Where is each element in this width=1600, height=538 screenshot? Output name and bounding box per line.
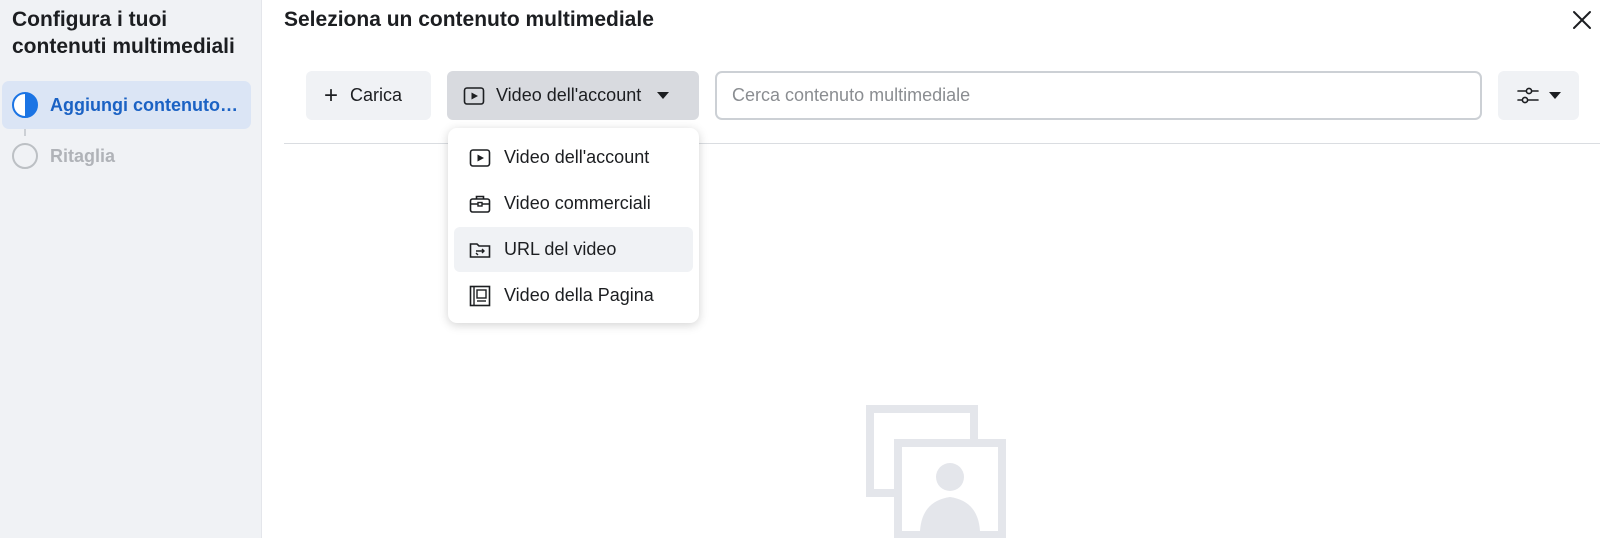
plus-icon: + bbox=[324, 81, 339, 109]
play-icon bbox=[463, 86, 485, 105]
menu-item-label: Video della Pagina bbox=[504, 285, 654, 305]
step-progress-icon bbox=[12, 92, 38, 118]
close-button[interactable] bbox=[1568, 6, 1596, 34]
page-icon bbox=[468, 284, 492, 308]
filter-button[interactable] bbox=[1498, 71, 1579, 120]
chevron-down-icon bbox=[1548, 92, 1561, 99]
menu-item-page-videos[interactable]: Video della Pagina bbox=[454, 273, 693, 318]
page-title: Seleziona un contenuto multimediale bbox=[284, 8, 654, 31]
play-icon bbox=[468, 146, 492, 170]
close-icon bbox=[1573, 11, 1591, 29]
sidebar-title: Configura i tuoi contenuti multimediali bbox=[12, 8, 235, 58]
sliders-icon bbox=[1516, 87, 1539, 103]
menu-item-video-url[interactable]: URL del video bbox=[454, 227, 693, 272]
search-input[interactable] bbox=[715, 71, 1482, 120]
upload-button-label: Carica bbox=[350, 85, 403, 105]
image-placeholder-icon bbox=[866, 405, 1006, 538]
step-pending-icon bbox=[12, 143, 38, 169]
menu-item-label: Video commerciali bbox=[504, 193, 651, 213]
step-add-media[interactable]: Aggiungi contenuto multimediale bbox=[2, 81, 251, 129]
step-add-media-label: Aggiungi contenuto multimediale bbox=[50, 94, 238, 115]
media-source-dropdown[interactable]: Video dell'account bbox=[447, 71, 699, 120]
step-crop[interactable]: Ritaglia bbox=[2, 132, 251, 180]
media-source-selected: Video dell'account bbox=[496, 85, 642, 105]
sidebar: Configura i tuoi contenuti multimediali … bbox=[0, 0, 262, 538]
briefcase-icon bbox=[468, 192, 492, 216]
folder-link-icon bbox=[468, 238, 492, 262]
menu-item-label: Video dell'account bbox=[504, 147, 650, 167]
upload-button[interactable]: + Carica bbox=[306, 71, 431, 120]
step-crop-label: Ritaglia bbox=[50, 145, 116, 166]
menu-item-label: URL del video bbox=[504, 239, 617, 259]
chevron-down-icon bbox=[657, 92, 670, 99]
media-source-menu: Video dell'account Video commerciali URL… bbox=[448, 128, 699, 323]
menu-item-account-videos[interactable]: Video dell'account bbox=[454, 135, 693, 180]
menu-item-commercial-videos[interactable]: Video commerciali bbox=[454, 181, 693, 226]
